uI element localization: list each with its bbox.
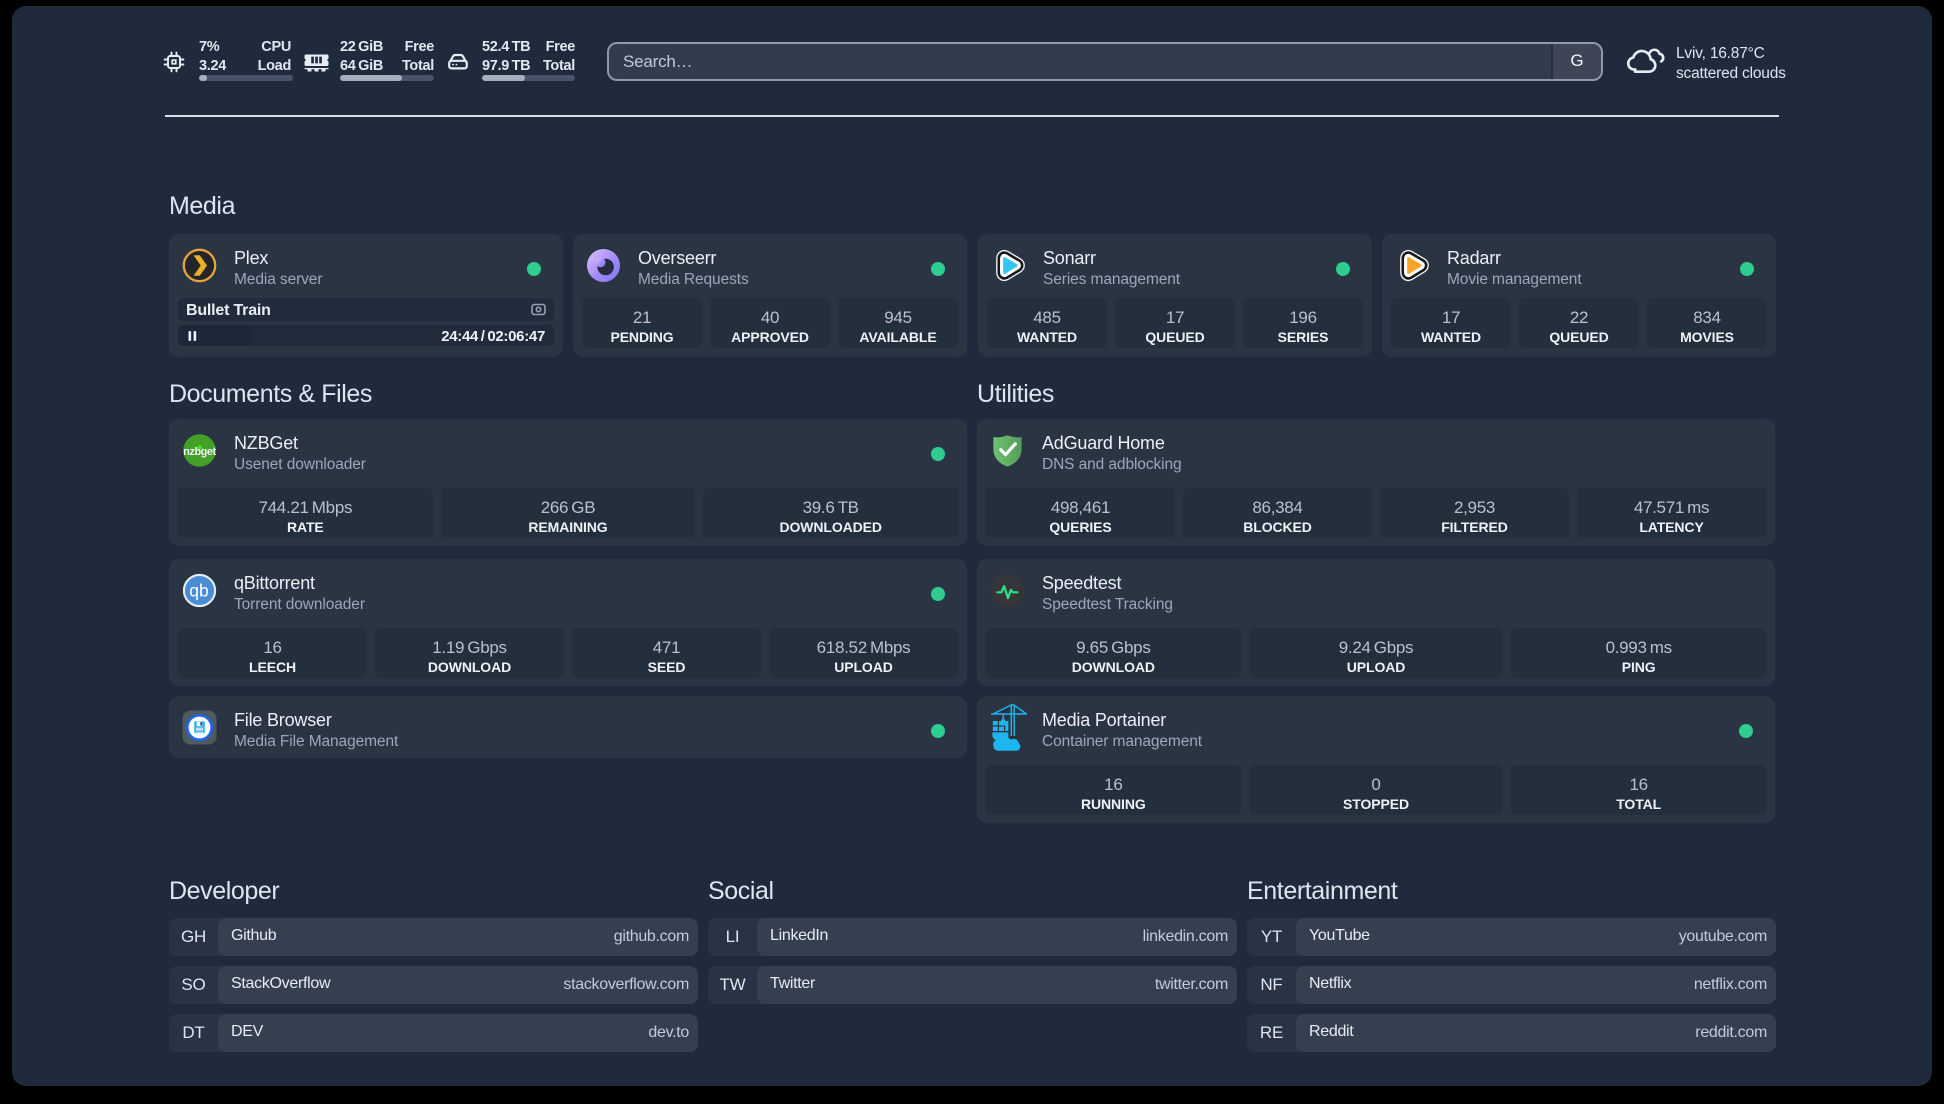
svg-text:qb: qb — [189, 581, 208, 601]
svg-text:nzbget: nzbget — [183, 446, 216, 458]
